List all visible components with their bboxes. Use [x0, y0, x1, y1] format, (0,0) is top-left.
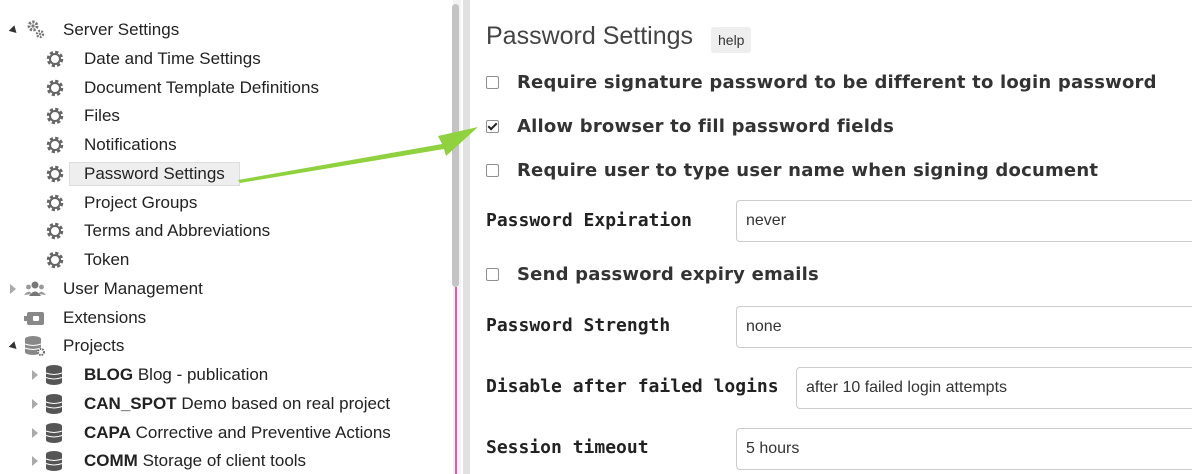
database-gear-icon — [24, 335, 46, 357]
type-username-label: Require user to type user name when sign… — [517, 159, 1099, 181]
project-code: CAPA — [84, 423, 131, 442]
gear-icon — [44, 192, 66, 214]
tree-node-files[interactable]: Files — [0, 103, 440, 129]
collapsed-toggle-icon[interactable] — [32, 399, 42, 409]
tree-node-server-settings[interactable]: Server Settings — [0, 17, 440, 43]
expanded-toggle-icon[interactable] — [8, 341, 20, 352]
failed-logins-label: Disable after failed logins — [486, 376, 779, 397]
gear-icon — [44, 220, 66, 242]
tree-node-extensions[interactable]: Extensions — [0, 305, 440, 331]
option-expiry-emails[interactable]: Send password expiry emails — [486, 261, 819, 287]
tree-node-projects[interactable]: Projects — [0, 333, 440, 359]
database-icon — [43, 393, 65, 415]
project-label: COMM Storage of client tools — [84, 451, 306, 471]
gear-icon — [44, 77, 66, 99]
option-type-username[interactable]: Require user to type user name when sign… — [486, 157, 1098, 183]
help-button[interactable]: help — [711, 27, 752, 53]
project-name: Demo based on real project — [181, 394, 391, 413]
tree-node-document-template-definitions[interactable]: Document Template Definitions — [0, 75, 440, 101]
plugin-icon — [24, 307, 46, 329]
tree-node-label: Server Settings — [63, 20, 180, 39]
gear-icon — [44, 134, 66, 156]
project-name: Blog - publication — [137, 365, 269, 384]
database-icon — [43, 364, 65, 386]
session-timeout-label: Session timeout — [486, 437, 649, 458]
tree-node-label: Project Groups — [84, 193, 198, 212]
collapsed-toggle-icon[interactable] — [10, 284, 20, 294]
tree-node-label: Extensions — [63, 308, 147, 327]
panel-splitter[interactable] — [463, 0, 470, 474]
tree-node-label: Terms and Abbreviations — [84, 221, 271, 240]
different-password-label: Require signature password to be differe… — [517, 71, 1157, 93]
type-username-checkbox[interactable] — [486, 163, 499, 177]
tree-node-label: User Management — [63, 279, 203, 298]
project-label: CAN_SPOT Demo based on real project — [84, 394, 390, 414]
gear-icon — [44, 249, 66, 271]
gear-icon — [44, 105, 66, 127]
tree-node-project-can-spot[interactable]: CAN_SPOT Demo based on real project — [0, 391, 440, 417]
collapsed-toggle-icon[interactable] — [32, 370, 42, 380]
gears-icon — [25, 19, 47, 41]
tree-node-notifications[interactable]: Notifications — [0, 132, 440, 158]
project-name: Storage of client tools — [142, 451, 307, 470]
password-expiration-select[interactable]: never — [736, 200, 1192, 242]
tree-scrollbar-thumb[interactable] — [452, 4, 459, 287]
session-timeout-select[interactable]: 5 hours — [736, 428, 1192, 470]
expiry-emails-checkbox[interactable] — [486, 267, 499, 281]
navigation-tree: Server Settings Date and Time Settings D… — [0, 0, 452, 474]
password-strength-select[interactable]: none — [736, 306, 1192, 348]
settings-panel: Password Settings help Require signature… — [470, 0, 1192, 474]
database-icon — [43, 450, 65, 472]
project-code: COMM — [84, 451, 138, 470]
tree-node-project-blog[interactable]: BLOG Blog - publication — [0, 362, 440, 388]
tree-node-password-settings[interactable]: Password Settings — [0, 161, 440, 187]
tree-node-terms-abbreviations[interactable]: Terms and Abbreviations — [0, 218, 440, 244]
database-icon — [43, 422, 65, 444]
tree-node-label: Projects — [63, 336, 125, 355]
expiry-emails-label: Send password expiry emails — [517, 263, 819, 285]
tree-node-label: Files — [84, 106, 120, 125]
tree-node-token[interactable]: Token — [0, 247, 440, 273]
option-browser-fill[interactable]: Allow browser to fill password fields — [486, 113, 894, 139]
project-label: CAPA Corrective and Preventive Actions — [84, 423, 391, 443]
tree-node-project-comm[interactable]: COMM Storage of client tools — [0, 448, 440, 474]
tree-node-project-groups[interactable]: Project Groups — [0, 190, 440, 216]
scroll-accent-line — [455, 287, 457, 474]
password-expiration-label: Password Expiration — [486, 210, 692, 231]
gear-icon — [44, 163, 66, 185]
expanded-toggle-icon[interactable] — [8, 25, 20, 36]
tree-node-label-selected: Password Settings — [69, 162, 240, 186]
tree-node-label: Date and Time Settings — [84, 49, 261, 68]
project-code: CAN_SPOT — [84, 394, 177, 413]
tree-node-label: Token — [84, 250, 130, 269]
browser-fill-label: Allow browser to fill password fields — [517, 115, 895, 137]
tree-node-label: Document Template Definitions — [84, 78, 319, 97]
browser-fill-checkbox[interactable] — [486, 119, 499, 133]
tree-node-project-capa[interactable]: CAPA Corrective and Preventive Actions — [0, 420, 440, 446]
tree-node-user-management[interactable]: User Management — [0, 276, 440, 302]
users-icon — [24, 278, 46, 300]
project-code: BLOG — [84, 365, 134, 384]
option-different-password[interactable]: Require signature password to be differe… — [486, 69, 1157, 95]
tree-node-date-time-settings[interactable]: Date and Time Settings — [0, 46, 440, 72]
gear-icon — [44, 48, 66, 70]
collapsed-toggle-icon[interactable] — [32, 456, 42, 466]
project-name: Corrective and Preventive Actions — [135, 423, 391, 442]
page-title: Password Settings — [486, 22, 694, 50]
different-password-checkbox[interactable] — [486, 75, 499, 89]
project-label: BLOG Blog - publication — [84, 365, 268, 385]
collapsed-toggle-icon[interactable] — [32, 428, 42, 438]
tree-node-label: Notifications — [84, 135, 177, 154]
failed-logins-select[interactable]: after 10 failed login attempts — [796, 367, 1192, 409]
password-strength-label: Password Strength — [486, 315, 671, 336]
